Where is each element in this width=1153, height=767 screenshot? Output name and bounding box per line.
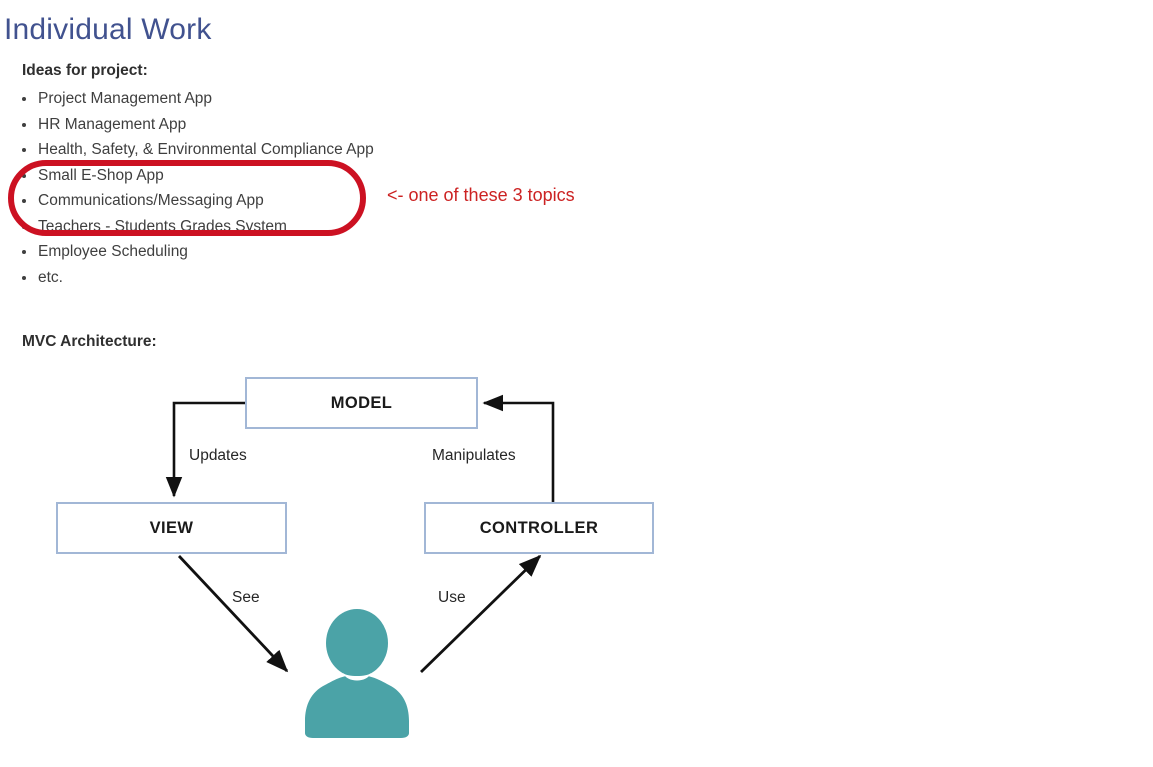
edge-label-see: See xyxy=(232,589,260,606)
red-annotation-text: <- one of these 3 topics xyxy=(387,185,575,205)
list-item: Teachers - Students Grades System xyxy=(22,214,374,240)
ideas-heading: Ideas for project: xyxy=(22,62,148,79)
edge-label-use: Use xyxy=(438,589,466,606)
ideas-list: Project Management App HR Management App… xyxy=(22,86,374,290)
arrow-view-to-user xyxy=(177,555,289,673)
list-item: Communications/Messaging App xyxy=(22,188,374,214)
list-item: Employee Scheduling xyxy=(22,239,374,265)
bullet-icon xyxy=(22,224,26,229)
list-item-label: Project Management App xyxy=(38,90,213,107)
mvc-architecture-diagram: MODEL VIEW CONTROLLER Updates Manipulate… xyxy=(0,360,720,760)
bullet-icon xyxy=(22,250,26,254)
arrow-user-to-controller xyxy=(420,554,542,674)
bullet-icon xyxy=(22,199,26,203)
bullet-icon xyxy=(22,148,26,152)
list-item-label: Small E-Shop App xyxy=(38,166,164,184)
bullet-icon xyxy=(22,173,26,178)
list-item: Small E-Shop App xyxy=(22,163,374,189)
list-item-label: Health, Safety, & Environmental Complian… xyxy=(38,141,374,158)
page-title: Individual Work xyxy=(4,13,212,46)
bullet-icon xyxy=(22,275,26,280)
mvc-heading: MVC Architecture: xyxy=(22,333,157,350)
bullet-icon xyxy=(22,97,26,101)
mvc-box-model: MODEL xyxy=(245,377,478,429)
list-item-label: etc. xyxy=(38,268,63,286)
list-item: Health, Safety, & Environmental Complian… xyxy=(22,137,374,163)
user-person-icon xyxy=(305,609,409,738)
list-item: HR Management App xyxy=(22,112,374,138)
list-item-label: Employee Scheduling xyxy=(38,243,188,260)
list-item-label: Teachers - Students Grades System xyxy=(38,217,287,235)
mvc-box-controller: CONTROLLER xyxy=(424,502,654,554)
bullet-icon xyxy=(22,122,26,127)
list-item: etc. xyxy=(22,265,374,291)
mvc-box-view: VIEW xyxy=(56,502,287,554)
list-item-label: Communications/Messaging App xyxy=(38,192,264,209)
edge-label-updates: Updates xyxy=(189,447,247,464)
list-item-label: HR Management App xyxy=(38,115,187,133)
list-item: Project Management App xyxy=(22,86,374,112)
edge-label-manipulates: Manipulates xyxy=(432,447,516,464)
